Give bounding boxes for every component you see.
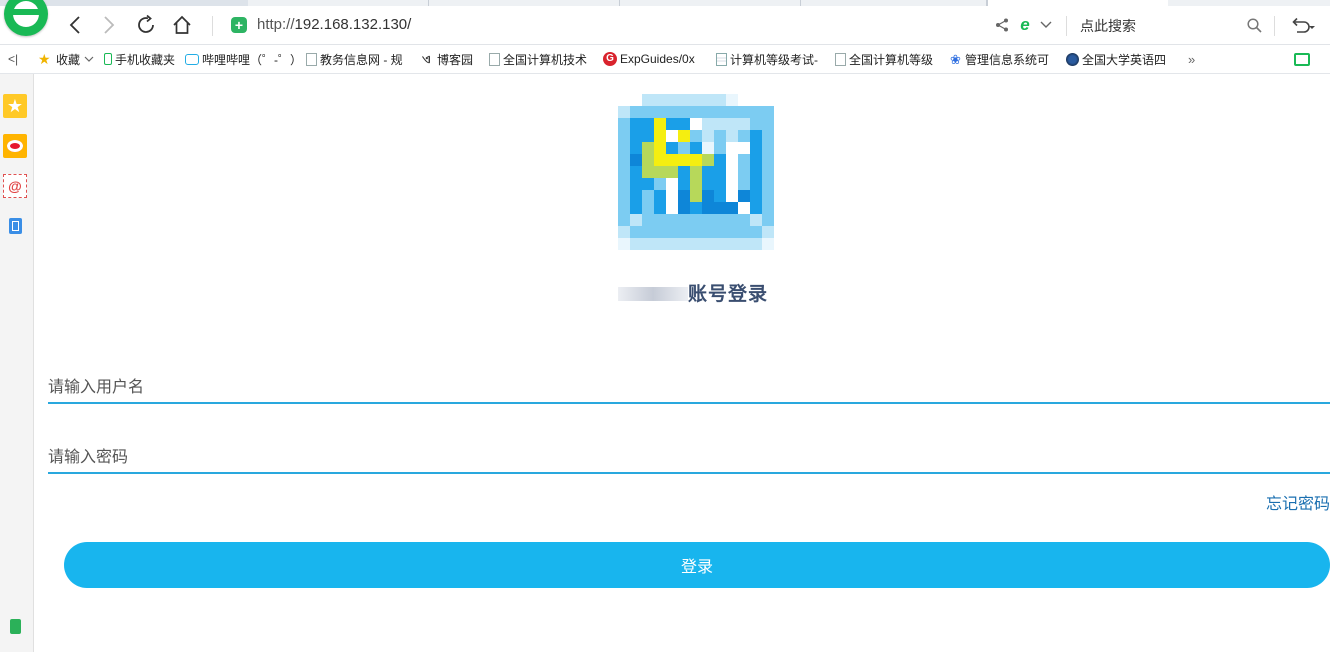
cnblogs-icon: ଏ xyxy=(422,51,431,66)
bookmark-label: 手机收藏夹 xyxy=(115,52,176,67)
sidebar-favorites-button[interactable]: ★ xyxy=(3,94,27,118)
toolbar-separator xyxy=(212,16,213,36)
bookmark-label: 计算机等级考试- xyxy=(730,52,818,67)
bookmark-label: 教务信息网 - 规 xyxy=(320,52,403,67)
password-field[interactable] xyxy=(48,446,1330,474)
ie-engine-icon: e xyxy=(1020,15,1030,34)
forward-button[interactable] xyxy=(94,6,124,44)
bookmark-label: 收藏 xyxy=(56,52,81,67)
phone-icon xyxy=(104,53,112,65)
bookmark-item[interactable]: 全国计算机等级 xyxy=(835,45,933,73)
bookmark-favorites[interactable]: ★ 收藏 xyxy=(38,45,94,73)
bookmarks-bar: <| ★ 收藏 手机收藏夹 哔哩哔哩（゜-゜） 教务信息网 - 规 ଏ 博客园 … xyxy=(0,45,1330,74)
chevron-right-icon xyxy=(104,16,115,34)
page-icon xyxy=(306,52,317,66)
browser-toolbar: + http://192.168.132.130/ e 点此搜索 xyxy=(0,6,1330,45)
star-icon: ★ xyxy=(6,96,24,116)
expguides-icon: G xyxy=(603,52,617,66)
forgot-password-link[interactable]: 忘记密码 xyxy=(1266,490,1330,514)
more-bookmarks-button[interactable]: » xyxy=(1188,45,1195,73)
search-button[interactable] xyxy=(1240,6,1268,44)
search-box[interactable]: 点此搜索 xyxy=(1080,16,1136,36)
page-icon xyxy=(835,52,846,66)
address-bar[interactable]: http://192.168.132.130/ xyxy=(257,16,411,33)
sidebar-mail-button[interactable]: @ xyxy=(3,174,27,198)
star-icon: ★ xyxy=(38,50,51,67)
baidu-paw-icon: ❀ xyxy=(950,51,961,67)
bookmark-label: 全国计算机等级 xyxy=(849,52,934,67)
collapse-icon: <| xyxy=(8,52,19,66)
book-icon xyxy=(1294,52,1310,66)
bookmark-label: 全国计算机技术 xyxy=(503,52,588,67)
bookmark-item[interactable]: 哔哩哔哩（゜-゜） xyxy=(185,45,302,73)
security-shield-icon[interactable]: + xyxy=(231,17,247,33)
home-icon xyxy=(173,15,191,34)
globe-icon xyxy=(1066,52,1079,66)
chevron-left-icon xyxy=(69,16,80,34)
undo-icon xyxy=(1292,17,1315,33)
search-icon xyxy=(1246,17,1262,33)
bookmark-label: 管理信息系统可 xyxy=(965,52,1050,67)
site-logo-pixelated xyxy=(618,94,774,250)
refresh-icon xyxy=(138,14,154,33)
refresh-button[interactable] xyxy=(131,6,161,44)
page-icon xyxy=(489,52,500,66)
mail-icon: @ xyxy=(8,178,22,194)
browser-sidebar: ★ @ xyxy=(0,74,34,652)
weibo-icon xyxy=(7,140,23,152)
chevron-down-icon xyxy=(1040,21,1052,28)
back-button[interactable] xyxy=(60,6,90,44)
undo-close-tab-button[interactable] xyxy=(1284,6,1320,44)
login-page: 账号登录 忘记密码 登录 xyxy=(34,74,1330,652)
sidebar-notes-button[interactable] xyxy=(3,214,27,238)
mode-dropdown-button[interactable] xyxy=(1034,6,1058,44)
bookmark-label: 全国大学英语四 xyxy=(1082,52,1167,67)
note-icon xyxy=(8,218,22,234)
username-field[interactable] xyxy=(48,376,1330,404)
bookmark-item[interactable]: 教务信息网 - 规 xyxy=(306,45,403,73)
toolbar-separator xyxy=(1066,16,1067,36)
url-protocol: http:// xyxy=(257,16,295,33)
chevron-down-icon xyxy=(84,56,94,62)
collapse-sidebar-button[interactable]: <| xyxy=(8,45,18,73)
toolbar-separator xyxy=(1274,16,1275,36)
sidebar-cleanup-button[interactable] xyxy=(3,614,27,638)
trash-icon xyxy=(9,618,21,634)
username-input[interactable] xyxy=(48,376,1330,400)
bookmark-item[interactable]: ❀ 管理信息系统可 xyxy=(950,45,1049,73)
home-button[interactable] xyxy=(167,6,197,44)
login-title: 账号登录 xyxy=(688,283,769,305)
doc-icon xyxy=(716,52,727,66)
bookmark-item[interactable]: G ExpGuides/0x xyxy=(603,45,695,73)
bookmark-item[interactable]: 手机收藏夹 xyxy=(104,45,175,73)
bilibili-icon xyxy=(185,53,199,65)
reading-mode-button[interactable] xyxy=(1294,45,1310,73)
bookmark-item[interactable]: 全国大学英语四 xyxy=(1066,45,1166,73)
bookmark-item[interactable]: 计算机等级考试- xyxy=(716,45,818,73)
double-chevron-right-icon: » xyxy=(1188,51,1196,67)
bookmark-label: 博客园 xyxy=(437,52,474,67)
bookmark-item[interactable]: ଏ 博客园 xyxy=(422,45,473,73)
login-heading: 账号登录 xyxy=(618,279,778,305)
password-input[interactable] xyxy=(48,446,1330,470)
bookmark-item[interactable]: 全国计算机技术 xyxy=(489,45,587,73)
blurred-brand-name xyxy=(618,287,688,301)
sidebar-weibo-button[interactable] xyxy=(3,134,27,158)
bookmark-label: 哔哩哔哩（゜-゜） xyxy=(202,52,302,67)
bookmark-label: ExpGuides/0x xyxy=(620,52,695,66)
url-host: 192.168.132.130/ xyxy=(294,16,412,33)
login-button[interactable]: 登录 xyxy=(64,542,1330,588)
share-icon xyxy=(996,18,1008,32)
